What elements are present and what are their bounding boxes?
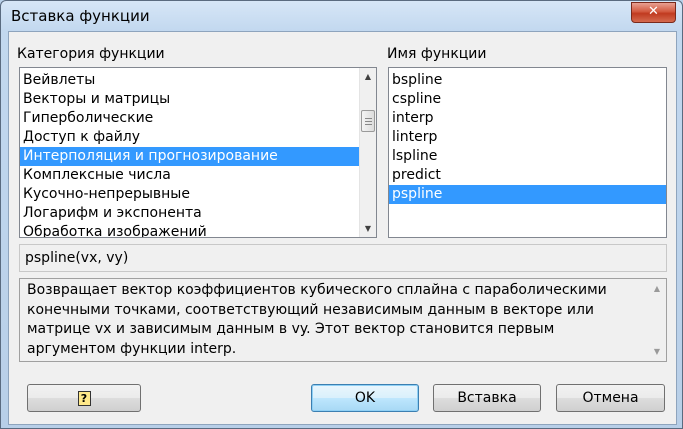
- category-list-item[interactable]: Кусочно-непрерывные: [20, 185, 359, 204]
- category-list-item[interactable]: Интерполяция и прогнозирование: [20, 147, 359, 166]
- close-button[interactable]: ✕: [631, 2, 676, 23]
- description-scrollbar[interactable]: ▲ ▼: [649, 279, 666, 361]
- function-list-item[interactable]: interp: [389, 109, 666, 128]
- insert-button[interactable]: Вставка: [433, 384, 541, 412]
- grip-line: [365, 118, 372, 119]
- scroll-down-icon[interactable]: ▼: [360, 220, 376, 237]
- category-items: Вейвлеты Векторы и матрицы Гиперболические…: [20, 71, 359, 237]
- function-list-item[interactable]: predict: [389, 166, 666, 185]
- cancel-button[interactable]: Отмена: [556, 384, 665, 412]
- function-list-item[interactable]: cspline: [389, 90, 666, 109]
- category-listbox[interactable]: Вейвлеты Векторы и матрицы Гиперболические…: [19, 67, 377, 238]
- dialog-client: Категория функции Вейвлеты Векторы и матр…: [8, 31, 677, 425]
- window-title: Вставка функции: [11, 7, 150, 25]
- title-bar[interactable]: Вставка функции ✕: [1, 1, 682, 31]
- dialog-window: Вставка функции ✕ Категория функции Вейв…: [0, 0, 683, 429]
- function-list-item[interactable]: linterp: [389, 128, 666, 147]
- function-signature: pspline(vx, vy): [19, 244, 667, 272]
- category-label: Категория функции: [17, 46, 165, 62]
- category-list-item[interactable]: Вейвлеты: [20, 71, 359, 90]
- function-list-item[interactable]: pspline: [389, 185, 666, 204]
- category-list-item[interactable]: Гиперболические: [20, 109, 359, 128]
- grip-line: [365, 124, 372, 125]
- scroll-down-icon[interactable]: ▼: [649, 343, 665, 360]
- description-text: Возвращает вектор коэффициентов кубическ…: [27, 282, 607, 357]
- description-box[interactable]: Возвращает вектор коэффициентов кубическ…: [19, 278, 667, 362]
- category-list-item[interactable]: Доступ к файлу: [20, 128, 359, 147]
- function-label: Имя функции: [387, 46, 487, 62]
- category-list-item[interactable]: Логарифм и экспонента: [20, 204, 359, 223]
- category-list-item[interactable]: Векторы и матрицы: [20, 90, 359, 109]
- help-icon: ?: [77, 391, 91, 406]
- category-list-item[interactable]: Комплексные числа: [20, 166, 359, 185]
- function-list-item[interactable]: bspline: [389, 71, 666, 90]
- function-items: bspline cspline interp linterp lspline predic…: [389, 71, 666, 204]
- function-list-item[interactable]: lspline: [389, 147, 666, 166]
- help-button[interactable]: ?: [27, 384, 141, 412]
- close-icon: ✕: [648, 4, 659, 19]
- function-listbox[interactable]: bspline cspline interp linterp lspline predic…: [388, 67, 667, 238]
- category-scrollbar[interactable]: ▲ ▼: [359, 68, 376, 237]
- grip-line: [365, 121, 372, 122]
- scroll-up-icon[interactable]: ▲: [360, 68, 376, 85]
- scroll-thumb[interactable]: [361, 110, 375, 132]
- category-list-item[interactable]: Обработка изображений: [20, 223, 359, 237]
- ok-button[interactable]: OK: [311, 384, 419, 412]
- scroll-up-icon[interactable]: ▲: [649, 280, 665, 297]
